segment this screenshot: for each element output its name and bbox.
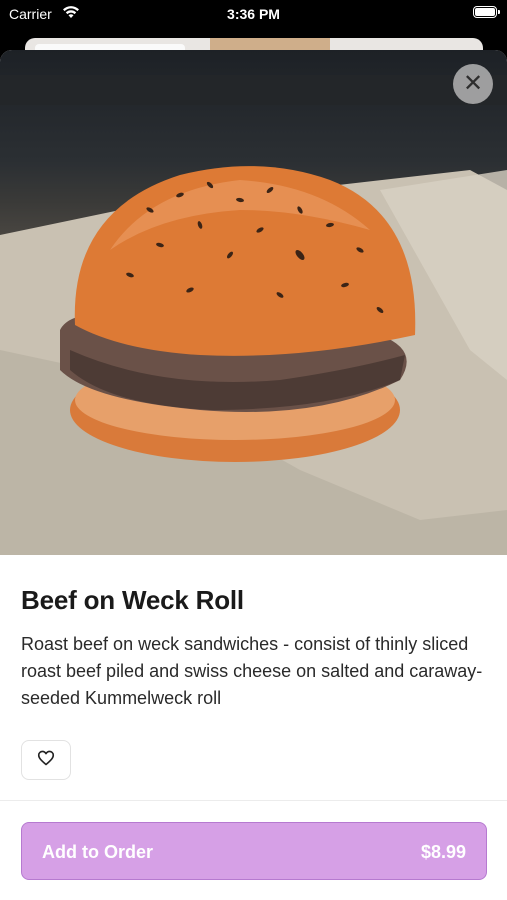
item-description: Roast beef on weck sandwiches - consist … (21, 634, 483, 708)
item-detail-sheet: ✕ Beef on Weck Roll Roast beef on weck s… (0, 50, 507, 900)
close-icon: ✕ (462, 70, 484, 97)
item-price: $8.99 (420, 842, 466, 862)
status-bar: Carrier 3:36 PM (0, 0, 507, 30)
add-to-order-label: Add to Order (42, 842, 153, 862)
favorite-button[interactable] (21, 740, 71, 780)
item-title: Beef on Weck Roll (21, 585, 244, 615)
divider (0, 800, 507, 801)
close-button[interactable]: ✕ (453, 64, 493, 104)
status-time: 3:36 PM (227, 6, 280, 22)
item-image: ✕ (0, 50, 507, 555)
sandwich-illustration (0, 75, 507, 555)
heart-icon (37, 750, 55, 771)
add-to-order-button[interactable]: Add to Order $8.99 (21, 822, 487, 880)
battery-icon (473, 6, 500, 18)
